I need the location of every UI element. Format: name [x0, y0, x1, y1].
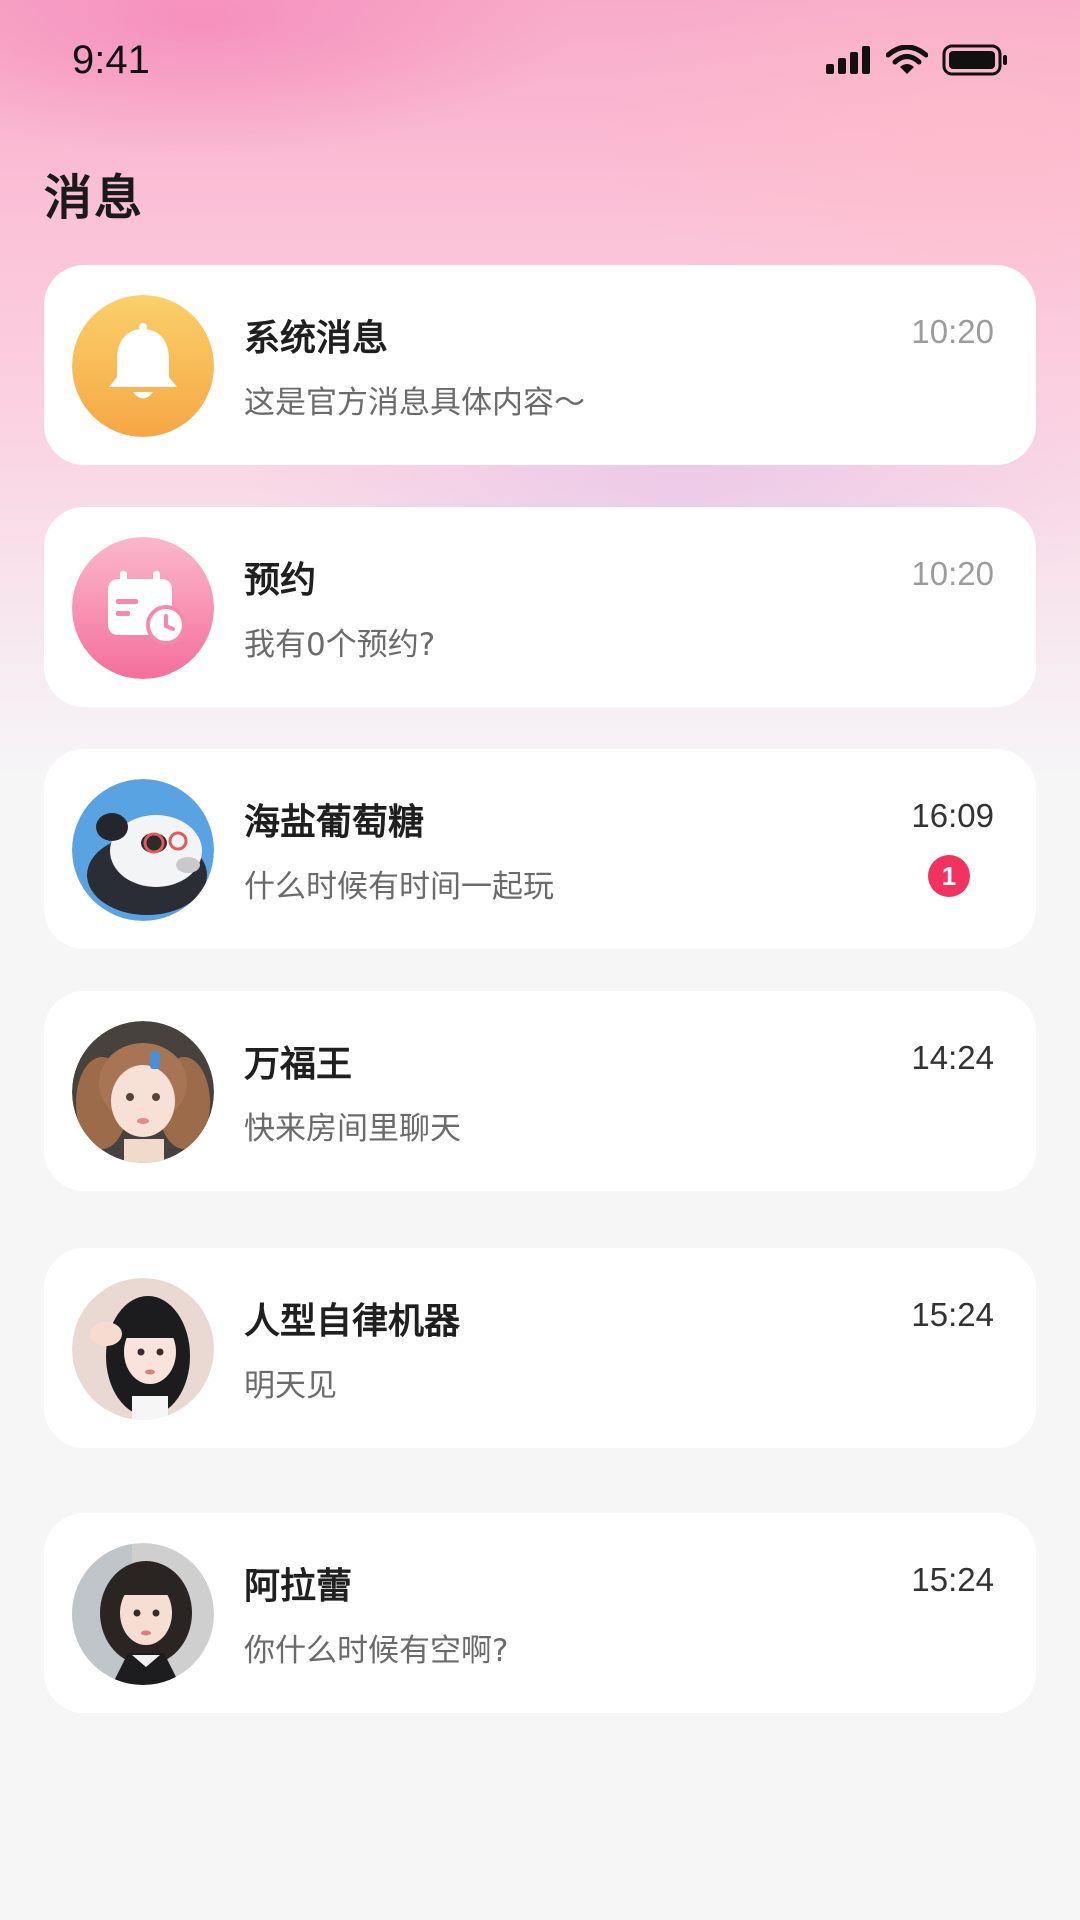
user-avatar [72, 1543, 214, 1685]
battery-icon [942, 44, 1008, 80]
conversation-time: 15:24 [911, 1561, 994, 1598]
page-title: 消息 [44, 170, 145, 226]
conversation-preview: 快来房间里聊天 [244, 1111, 461, 1147]
conversation-time: 15:24 [911, 1296, 994, 1333]
conversation-time: 16:09 [911, 797, 994, 834]
conversation-preview: 我有0个预约? [244, 627, 436, 663]
calendar-clock-icon [72, 537, 214, 679]
conversation-haiyan[interactable]: 海盐葡萄糖 什么时候有时间一起玩 16:09 1 [44, 749, 1036, 949]
signal-icon [826, 46, 872, 78]
user-avatar [72, 1021, 214, 1163]
conversation-time: 10:20 [911, 313, 994, 350]
conversation-name: 海盐葡萄糖 [244, 802, 425, 843]
conversation-alalei[interactable]: 阿拉蕾 你什么时候有空啊? 15:24 [44, 1513, 1036, 1713]
conversation-robot[interactable]: 人型自律机器 明天见 15:24 [44, 1248, 1036, 1448]
conversation-preview: 你什么时候有空啊? [244, 1633, 509, 1669]
conversation-name: 万福王 [244, 1044, 353, 1085]
status-time: 9:41 [72, 38, 150, 82]
conversation-name: 预约 [244, 560, 317, 601]
wifi-icon [885, 44, 929, 79]
conversation-wanfuwang[interactable]: 万福王 快来房间里聊天 14:24 [44, 991, 1036, 1191]
conversation-preview: 什么时候有时间一起玩 [244, 869, 554, 905]
conversation-appointment[interactable]: 预约 我有0个预约? 10:20 [44, 507, 1036, 707]
user-avatar [72, 1278, 214, 1420]
status-icons [826, 44, 1008, 80]
bell-icon [72, 295, 214, 437]
conversation-preview: 明天见 [244, 1368, 337, 1404]
conversation-name: 人型自律机器 [244, 1301, 461, 1342]
conversation-system[interactable]: 系统消息 这是官方消息具体内容～ 10:20 [44, 265, 1036, 465]
conversation-time: 10:20 [911, 555, 994, 592]
panda-avatar [72, 779, 214, 921]
conversation-preview: 这是官方消息具体内容～ [244, 385, 585, 421]
status-bar: 9:41 [0, 0, 1080, 120]
conversation-time: 14:24 [911, 1039, 994, 1076]
conversation-name: 阿拉蕾 [244, 1566, 353, 1607]
conversation-name: 系统消息 [244, 318, 389, 359]
unread-badge: 1 [928, 855, 970, 897]
